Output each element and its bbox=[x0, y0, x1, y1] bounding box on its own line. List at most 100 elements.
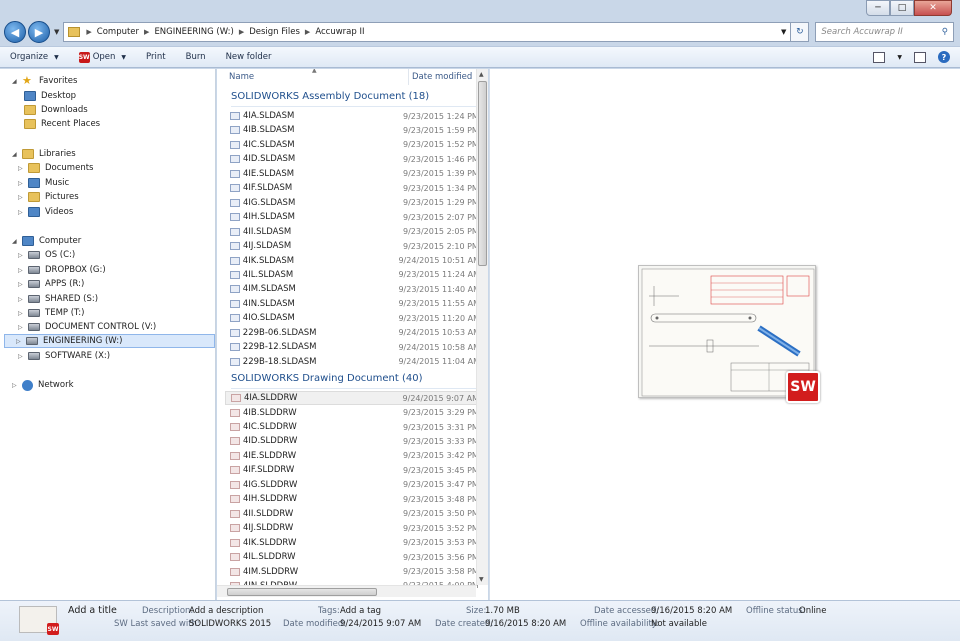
file-row[interactable]: 4IM.SLDDRW 9/23/2015 3:58 PM bbox=[225, 565, 480, 579]
expand-icon[interactable]: ◢ bbox=[12, 151, 20, 158]
close-button[interactable]: ✕ bbox=[914, 0, 952, 16]
search-icon[interactable]: ⚲ bbox=[942, 27, 948, 37]
file-row[interactable]: 4IK.SLDASM 9/24/2015 10:51 AM bbox=[225, 254, 480, 268]
title-field[interactable]: Add a title bbox=[68, 605, 117, 616]
file-row[interactable]: 4IB.SLDDRW 9/23/2015 3:29 PM bbox=[225, 406, 480, 420]
burn-button[interactable]: Burn bbox=[186, 52, 206, 62]
collapse-icon[interactable]: ▷ bbox=[18, 209, 26, 216]
help-icon[interactable]: ? bbox=[938, 51, 950, 63]
back-button[interactable]: ◀ bbox=[4, 21, 26, 43]
file-row[interactable]: 229B-06.SLDASM 9/24/2015 10:53 AM bbox=[225, 326, 480, 340]
file-row[interactable]: 4IK.SLDDRW 9/23/2015 3:53 PM bbox=[225, 536, 480, 550]
nav-drive-g[interactable]: ▷ DROPBOX (G:) bbox=[18, 263, 106, 277]
scroll-down-icon[interactable]: ▼ bbox=[479, 576, 484, 583]
file-row[interactable]: 4IC.SLDDRW 9/23/2015 3:31 PM bbox=[225, 420, 480, 434]
file-row[interactable]: 229B-12.SLDASM 9/24/2015 10:58 AM bbox=[225, 340, 480, 354]
file-row[interactable]: 4IF.SLDDRW 9/23/2015 3:45 PM bbox=[225, 463, 480, 477]
chevron-down-icon[interactable]: ▼ bbox=[781, 28, 786, 36]
file-row[interactable]: 4II.SLDDRW 9/23/2015 3:50 PM bbox=[225, 507, 480, 521]
file-row[interactable]: 4IJ.SLDASM 9/23/2015 2:10 PM bbox=[225, 239, 480, 253]
organize-button[interactable]: Organize ▼ bbox=[10, 52, 59, 62]
address-bar[interactable]: ▶ Computer ▶ ENGINEERING (W:) ▶ Design F… bbox=[63, 22, 792, 42]
group-header[interactable]: SOLIDWORKS Drawing Document (40) bbox=[231, 373, 476, 390]
expand-icon[interactable]: ◢ bbox=[12, 78, 20, 85]
nav-drive-x[interactable]: ▷ SOFTWARE (X:) bbox=[18, 349, 110, 363]
horizontal-scrollbar[interactable] bbox=[217, 585, 476, 597]
nav-item-recent-places[interactable]: Recent Places bbox=[24, 117, 100, 131]
file-row[interactable]: 4IF.SLDASM 9/23/2015 1:34 PM bbox=[225, 181, 480, 195]
file-row[interactable]: 4II.SLDASM 9/23/2015 2:05 PM bbox=[225, 225, 480, 239]
nav-item-desktop[interactable]: Desktop bbox=[24, 89, 76, 103]
nav-drive-t[interactable]: ▷ TEMP (T:) bbox=[18, 306, 84, 320]
description-field[interactable]: Add a description bbox=[189, 606, 263, 616]
scrollbar-thumb[interactable] bbox=[478, 81, 487, 266]
file-row[interactable]: 4IG.SLDASM 9/23/2015 1:29 PM bbox=[225, 196, 480, 210]
file-row[interactable]: 4IB.SLDASM 9/23/2015 1:59 PM bbox=[225, 123, 480, 137]
file-row[interactable]: 4ID.SLDDRW 9/23/2015 3:33 PM bbox=[225, 434, 480, 448]
print-button[interactable]: Print bbox=[146, 52, 166, 62]
nav-network[interactable]: ▷ Network bbox=[12, 378, 74, 392]
breadcrumb-accuwrap[interactable]: Accuwrap II bbox=[315, 27, 364, 37]
file-row[interactable]: 4IA.SLDDRW 9/24/2015 9:07 AM bbox=[225, 391, 480, 406]
nav-drive-v[interactable]: ▷ DOCUMENT CONTROL (V:) bbox=[18, 320, 156, 334]
collapse-icon[interactable]: ▷ bbox=[18, 281, 26, 288]
file-row[interactable]: 4IL.SLDASM 9/23/2015 11:24 AM bbox=[225, 268, 480, 282]
collapse-icon[interactable]: ▷ bbox=[18, 252, 26, 259]
breadcrumb-engineering[interactable]: ENGINEERING (W:) bbox=[154, 27, 233, 37]
scrollbar-thumb[interactable] bbox=[227, 588, 377, 596]
nav-item-pictures[interactable]: ▷ Pictures bbox=[18, 190, 79, 204]
view-options-icon[interactable] bbox=[873, 51, 886, 63]
file-row[interactable]: 4IA.SLDASM 9/23/2015 1:24 PM bbox=[225, 109, 480, 123]
new-folder-button[interactable]: New folder bbox=[226, 52, 272, 62]
nav-item-videos[interactable]: ▷ Videos bbox=[18, 205, 73, 219]
collapse-icon[interactable]: ▷ bbox=[12, 382, 20, 389]
chevron-right-icon[interactable]: ▶ bbox=[305, 28, 310, 36]
nav-item-downloads[interactable]: Downloads bbox=[24, 103, 88, 117]
file-row[interactable]: 4IL.SLDDRW 9/23/2015 3:56 PM bbox=[225, 550, 480, 564]
tags-field[interactable]: Add a tag bbox=[340, 606, 381, 616]
nav-item-documents[interactable]: ▷ Documents bbox=[18, 161, 93, 175]
nav-libraries[interactable]: ◢ Libraries bbox=[12, 147, 76, 161]
maximize-button[interactable]: □ bbox=[890, 0, 914, 16]
scroll-up-icon[interactable]: ▲ bbox=[479, 71, 484, 78]
file-row[interactable]: 4ID.SLDASM 9/23/2015 1:46 PM bbox=[225, 152, 480, 166]
collapse-icon[interactable]: ▷ bbox=[18, 165, 26, 172]
column-header-name[interactable]: Name bbox=[229, 72, 254, 82]
open-button[interactable]: SW Open ▼ bbox=[78, 51, 126, 63]
collapse-icon[interactable]: ▷ bbox=[18, 353, 26, 360]
nav-computer[interactable]: ◢ Computer bbox=[12, 234, 81, 248]
file-row[interactable]: 4IN.SLDASM 9/23/2015 11:55 AM bbox=[225, 297, 480, 311]
chevron-right-icon[interactable]: ▶ bbox=[239, 28, 244, 36]
column-header-date-modified[interactable]: Date modified bbox=[408, 69, 472, 85]
file-row[interactable]: 4IM.SLDASM 9/23/2015 11:40 AM bbox=[225, 282, 480, 296]
collapse-icon[interactable]: ▷ bbox=[18, 267, 26, 274]
collapse-icon[interactable]: ▷ bbox=[18, 180, 26, 187]
collapse-icon[interactable]: ▷ bbox=[18, 296, 26, 303]
group-header[interactable]: SOLIDWORKS Assembly Document (18) bbox=[231, 91, 476, 107]
chevron-right-icon[interactable]: ▶ bbox=[144, 28, 149, 36]
nav-drive-s[interactable]: ▷ SHARED (S:) bbox=[18, 292, 98, 306]
file-row[interactable]: 4IE.SLDASM 9/23/2015 1:39 PM bbox=[225, 167, 480, 181]
file-row[interactable]: 4IC.SLDASM 9/23/2015 1:52 PM bbox=[225, 138, 480, 152]
forward-button[interactable]: ▶ bbox=[28, 21, 50, 43]
refresh-button[interactable]: ↻ bbox=[791, 22, 810, 42]
collapse-icon[interactable]: ▷ bbox=[18, 324, 26, 331]
nav-favorites[interactable]: ◢ ★ Favorites bbox=[12, 74, 77, 88]
file-row[interactable]: 4IE.SLDDRW 9/23/2015 3:42 PM bbox=[225, 449, 480, 463]
breadcrumb-design-files[interactable]: Design Files bbox=[249, 27, 300, 37]
nav-drive-c[interactable]: ▷ OS (C:) bbox=[18, 248, 75, 262]
search-input[interactable]: Search Accuwrap II ⚲ bbox=[815, 22, 954, 42]
collapse-icon[interactable]: ▷ bbox=[16, 338, 24, 345]
file-row[interactable]: 4IH.SLDASM 9/23/2015 2:07 PM bbox=[225, 210, 480, 224]
minimize-button[interactable]: ─ bbox=[866, 0, 890, 16]
preview-pane-icon[interactable] bbox=[914, 51, 926, 63]
recent-pages-dropdown[interactable]: ▼ bbox=[54, 28, 59, 36]
chevron-right-icon[interactable]: ▶ bbox=[86, 28, 91, 36]
nav-drive-w[interactable]: ▷ ENGINEERING (W:) bbox=[4, 334, 215, 348]
nav-item-music[interactable]: ▷ Music bbox=[18, 176, 69, 190]
chevron-down-icon[interactable]: ▼ bbox=[897, 54, 902, 61]
file-row[interactable]: 4IH.SLDDRW 9/23/2015 3:48 PM bbox=[225, 492, 480, 506]
file-row[interactable]: 4IG.SLDDRW 9/23/2015 3:47 PM bbox=[225, 478, 480, 492]
expand-icon[interactable]: ◢ bbox=[12, 238, 20, 245]
file-row[interactable]: 4IJ.SLDDRW 9/23/2015 3:52 PM bbox=[225, 521, 480, 535]
